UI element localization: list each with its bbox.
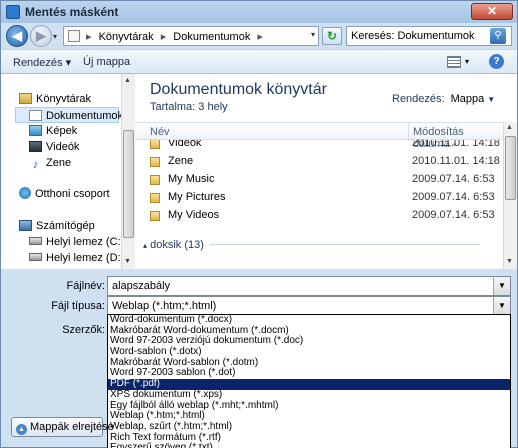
sidebar-item-libraries[interactable]: Könyvtárak [19,91,91,107]
arrange-dropdown-icon[interactable]: ▼ [487,95,495,104]
group-header[interactable]: ▴ doksik (13) [143,239,480,251]
views-dropdown-icon[interactable]: ▾ [465,57,469,66]
search-icon[interactable]: ⚲ [490,28,506,44]
arrange-by: Rendezés: Mappa ▼ [392,93,496,105]
file-list: Videók 2010.11.01. 14:18 Zene 2010.11.01. … [135,140,503,265]
filetype-option[interactable]: Weblap, szűrt (*.htm;*.html) [108,421,510,433]
scroll-up-icon[interactable]: ▲ [124,77,131,84]
list-item[interactable]: Zene 2010.11.01. 14:18 [135,152,503,170]
filename-dropdown-icon[interactable]: ▼ [493,277,510,295]
filetype-option[interactable]: Word 97-2003 sablon (*.dot) [108,368,510,379]
pictures-icon [29,125,42,136]
breadcrumb-libraries[interactable]: Könyvtárak [99,31,154,43]
list-item[interactable]: My Pictures 2009.07.14. 6:53 [135,188,503,206]
window-title: Mentés másként [25,5,119,19]
sidebar-item-documents[interactable]: Dokumentumok [15,107,123,123]
folder-icon [150,140,160,149]
breadcrumb: ▸ Könyvtárak ▸ Dokumentumok ▸ [86,31,263,43]
collapse-icon: ▲ [16,424,27,435]
breadcrumb-documents[interactable]: Dokumentumok [173,31,250,43]
search-input[interactable]: Keresés: Dokumentumok ⚲ [346,26,512,46]
collapse-icon[interactable]: ▴ [143,241,147,250]
music-icon: ♪ [32,157,39,171]
scrollbar-thumb[interactable] [505,136,516,200]
help-button[interactable]: ? [489,54,504,69]
navigation-pane: Könyvtárak Dokumentumok Képek Videók ♪ Ze… [1,74,135,269]
videos-icon [29,141,42,152]
sidebar-item-drive-c[interactable]: Helyi lemez (C:) [29,234,124,250]
hard-drive-icon [29,237,42,245]
address-bar[interactable]: ▸ Könyvtárak ▸ Dokumentumok ▸ ▾ [63,26,319,46]
column-header: Név Módosítás dátuma ▾ [135,122,503,150]
scroll-up-icon[interactable]: ▲ [506,124,513,131]
save-as-dialog: Mentés másként ✕ ◀ ▶ ▾ ▸ Könyvtárak ▸ Do… [0,0,518,448]
scrollbar-thumb[interactable] [123,130,134,238]
arrange-by-dropdown[interactable]: Mappa [451,93,485,105]
views-icon[interactable] [447,56,461,68]
hard-drive-icon [29,253,42,261]
authors-label: Szerzők: [62,324,105,336]
forward-button[interactable]: ▶ [30,25,52,47]
filetype-label: Fájl típusa: [51,300,105,312]
list-item[interactable]: My Music 2009.07.14. 6:53 [135,170,503,188]
file-list-scrollbar[interactable]: ▲ ▼ [503,122,517,269]
new-folder-button[interactable]: Új mappa [83,56,130,68]
address-dropdown-icon[interactable]: ▾ [311,30,315,39]
refresh-button[interactable]: ↻ [322,27,342,45]
close-button[interactable]: ✕ [471,3,513,20]
folder-icon [150,211,160,221]
hide-folders-button[interactable]: ▲ Mappák elrejtése [11,417,114,437]
filename-label: Fájlnév: [66,280,105,292]
filetype-option[interactable]: Egyszerű szöveg (*.txt) [108,443,510,448]
filetype-dropdown-icon[interactable]: ▼ [493,297,510,315]
folder-icon [150,193,160,203]
sidebar-item-pictures[interactable]: Képek [29,123,77,139]
sidebar-item-drive-d[interactable]: Helyi lemez (D:) [29,250,124,266]
sidebar-item-homegroup[interactable]: Otthoni csoport [19,186,110,202]
sidebar-item-computer[interactable]: Számítógép [19,218,95,234]
folder-icon [68,30,80,42]
word-app-icon [6,5,20,19]
filetype-select[interactable]: Weblap (*.htm;*.html) ▼ [107,296,511,316]
navigation-bar: ◀ ▶ ▾ ▸ Könyvtárak ▸ Dokumentumok ▸ ▾ ↻ … [1,23,517,49]
folder-icon [150,175,160,185]
computer-icon [19,220,32,231]
filetype-option[interactable]: XPS dokumentum (*.xps) [108,389,510,401]
list-item[interactable]: Videók 2010.11.01. 14:18 [135,140,503,152]
title-bar: Mentés másként ✕ [1,1,517,23]
sidebar-item-music[interactable]: ♪ Zene [29,155,72,171]
library-locations-link[interactable]: Tartalma: 3 hely [150,101,228,113]
libraries-icon [19,93,32,104]
list-item[interactable]: My Videos 2009.07.14. 6:53 [135,206,503,224]
scroll-down-icon[interactable]: ▼ [506,258,513,265]
file-list-pane: Dokumentumok könyvtár Tartalma: 3 hely R… [135,74,517,269]
organize-button[interactable]: Rendezés ▾ [13,56,71,69]
sidebar-item-videos[interactable]: Videók [29,139,79,155]
back-button[interactable]: ◀ [6,25,28,47]
search-placeholder: Keresés: Dokumentumok [351,30,475,42]
filename-field[interactable]: alapszabály ▼ [107,276,511,296]
library-title: Dokumentumok könyvtár [150,81,327,98]
homegroup-icon [19,187,31,199]
filetype-options-list[interactable]: Word-dokumentum (*.docx) Makróbarát Word-… [107,314,511,448]
folder-icon [150,157,160,167]
documents-icon [29,110,42,121]
sidebar-scrollbar[interactable]: ▲ ▼ [121,74,135,269]
recent-pages-dropdown-icon[interactable]: ▾ [53,32,57,41]
scroll-down-icon[interactable]: ▼ [124,258,131,265]
command-toolbar: Rendezés ▾ Új mappa ▾ ? [1,49,517,74]
column-name[interactable]: Név [150,126,170,138]
